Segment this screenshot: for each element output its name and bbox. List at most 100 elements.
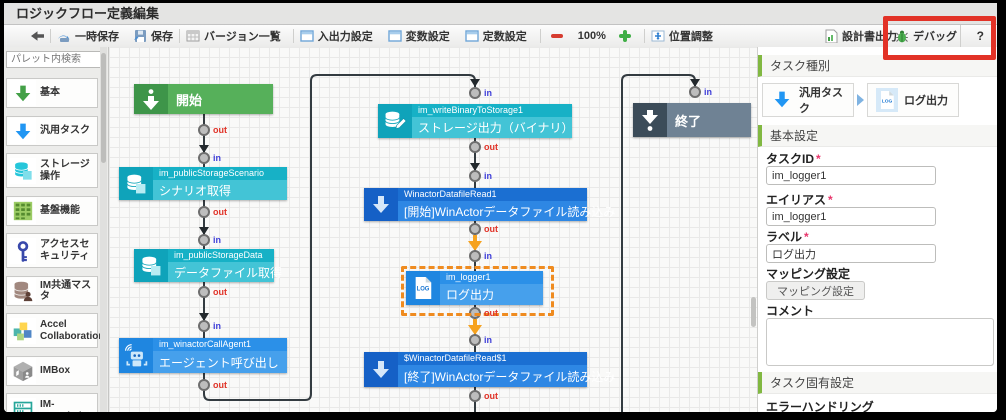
alias-label: エイリアス * — [766, 193, 833, 207]
port-circle[interactable] — [198, 124, 210, 136]
port-circle[interactable] — [469, 87, 481, 99]
alias-input[interactable] — [766, 207, 936, 226]
back-button[interactable] — [30, 29, 44, 43]
svg-text:LOG: LOG — [882, 98, 893, 104]
node-im-winactorCallAgent1[interactable]: im_winactorCallAgent1 エージェント呼び出し — [119, 338, 287, 373]
log-document-icon: LOG — [876, 88, 898, 112]
constant-settings-button[interactable]: 定数設定 — [465, 28, 527, 44]
port-label-out: out — [484, 142, 498, 152]
color-blocks-icon — [10, 317, 36, 344]
palette-item-imbox[interactable]: IMBox — [6, 356, 98, 386]
label-input[interactable] — [766, 244, 936, 263]
save-button[interactable]: 保存 — [133, 28, 173, 44]
save-icon — [133, 29, 147, 43]
port-circle[interactable] — [198, 152, 210, 164]
port-label-out: out — [484, 308, 498, 318]
node-im-publicStorageScenario[interactable]: im_publicStorageScenario シナリオ取得 — [119, 167, 287, 200]
task-id-input[interactable] — [766, 166, 936, 185]
storage-write-icon — [378, 104, 412, 138]
palette-search-input[interactable] — [6, 51, 102, 68]
knowledge-icon — [10, 397, 36, 412]
palette-item-im-knowledge[interactable]: IM-Knowledge — [6, 393, 98, 412]
node-im-writeBinaryToStorage1[interactable]: im_writeBinaryToStorage1 ストレージ出力（バイナリ） — [378, 104, 574, 138]
toolbar-separator — [179, 29, 180, 43]
zoom-in-button[interactable] — [618, 30, 631, 42]
io-settings-button[interactable]: 入出力設定 — [300, 28, 373, 44]
position-adjust-button[interactable]: 位置調整 — [651, 28, 713, 44]
node-im-logger1[interactable]: LOG im_logger1 ログ出力 — [406, 271, 543, 305]
port-circle[interactable] — [469, 250, 481, 262]
main-content: 基本 汎用タスク ストレージ操作 基盤機能 アクセスセキュリティ IM共通マスタ — [4, 47, 997, 412]
toolbar: 一時保存 保存 バージョン一覧 入出力設定 変数設定 定数設定 100% 位置調… — [4, 25, 997, 48]
window-icon — [465, 29, 479, 43]
port-circle[interactable] — [469, 223, 481, 235]
port-circle[interactable] — [198, 234, 210, 246]
node-start[interactable]: 開始 — [134, 84, 273, 114]
window-icon — [388, 29, 402, 43]
cube-icon — [10, 358, 36, 384]
svg-text:LOG: LOG — [417, 287, 430, 293]
comment-textarea[interactable] — [766, 318, 994, 366]
back-arrow-icon — [30, 29, 44, 43]
palette-sidebar: 基本 汎用タスク ストレージ操作 基盤機能 アクセスセキュリティ IM共通マスタ — [4, 47, 109, 412]
port-label-in: in — [213, 235, 221, 245]
port-circle[interactable] — [198, 320, 210, 332]
palette-item-access-security[interactable]: アクセスセキュリティ — [6, 233, 98, 268]
label-label: ラベル * — [766, 230, 809, 244]
port-circle[interactable] — [469, 170, 481, 182]
port-label-out: out — [213, 207, 227, 217]
storage-icon — [119, 167, 153, 200]
app-window: ロジックフロー定義編集 一時保存 保存 バージョン一覧 入出力設定 変数設定 定… — [4, 3, 997, 412]
task-category-box: 汎用タスク — [762, 83, 854, 117]
port-label-out: out — [213, 287, 227, 297]
master-database-icon — [10, 278, 36, 304]
node-im-publicStorageData[interactable]: im_publicStorageData データファイル取得 — [134, 249, 282, 282]
temp-save-button[interactable]: 一時保存 — [57, 28, 119, 44]
storage-icon — [10, 157, 36, 184]
port-circle[interactable] — [198, 379, 210, 391]
task-type-box: LOG ログ出力 — [867, 83, 959, 117]
log-document-icon: LOG — [406, 271, 440, 305]
task-id-label: タスクID * — [766, 152, 821, 166]
palette-scrollbar-thumb[interactable] — [101, 53, 106, 163]
zoom-out-button[interactable] — [550, 34, 563, 38]
port-circle[interactable] — [198, 286, 210, 298]
version-list-button[interactable]: バージョン一覧 — [186, 28, 281, 44]
port-label-in: in — [213, 321, 221, 331]
port-circle[interactable] — [469, 390, 481, 402]
type-arrow-icon — [857, 94, 864, 106]
palette-item-general-task[interactable]: 汎用タスク — [6, 116, 98, 146]
palette-item-platform[interactable]: 基盤機能 — [6, 196, 98, 226]
page-title: ロジックフロー定義編集 — [4, 3, 997, 25]
node-WinactorDatafileRead-end[interactable]: $WinactorDatafileRead$1 [終了]WinActorデータファ… — [364, 352, 615, 387]
mapping-settings-label: マッピング設定 — [766, 267, 851, 281]
palette-item-accel-collaboration[interactable]: Accel Collaboration — [6, 313, 104, 348]
port-label-out: out — [213, 380, 227, 390]
port-label-in: in — [704, 87, 712, 97]
port-circle[interactable] — [469, 141, 481, 153]
canvas-scrollbar-thumb[interactable] — [751, 297, 756, 327]
zoom-level: 100% — [577, 30, 606, 42]
mapping-settings-button[interactable]: マッピング設定 — [766, 281, 865, 300]
storage-icon — [134, 249, 168, 282]
flow-canvas[interactable]: out in out in out in out in out in out i… — [109, 47, 757, 412]
temp-save-icon — [57, 29, 71, 43]
key-icon — [10, 237, 36, 264]
port-circle[interactable] — [469, 334, 481, 346]
task-specific-settings-header: タスク固有設定 — [758, 372, 997, 394]
variable-settings-button[interactable]: 変数設定 — [388, 28, 450, 44]
node-end[interactable]: 終了 — [633, 103, 751, 137]
position-adjust-icon — [651, 29, 665, 43]
palette-item-basic[interactable]: 基本 — [6, 78, 98, 108]
port-circle[interactable] — [689, 86, 701, 98]
node-WinactorDatafileRead1[interactable]: WinactorDatafileRead1 [開始]WinActorデータファイル… — [364, 188, 615, 221]
palette-scrollbar[interactable] — [100, 47, 107, 412]
palette-item-im-common-master[interactable]: IM共通マスタ — [6, 276, 98, 306]
port-circle[interactable] — [198, 206, 210, 218]
port-label-out: out — [213, 125, 227, 135]
down-arrow-icon — [364, 188, 398, 221]
version-list-icon — [186, 29, 200, 43]
port-label-in: in — [484, 251, 492, 261]
port-label-out: out — [484, 224, 498, 234]
palette-item-storage[interactable]: ストレージ操作 — [6, 153, 98, 188]
